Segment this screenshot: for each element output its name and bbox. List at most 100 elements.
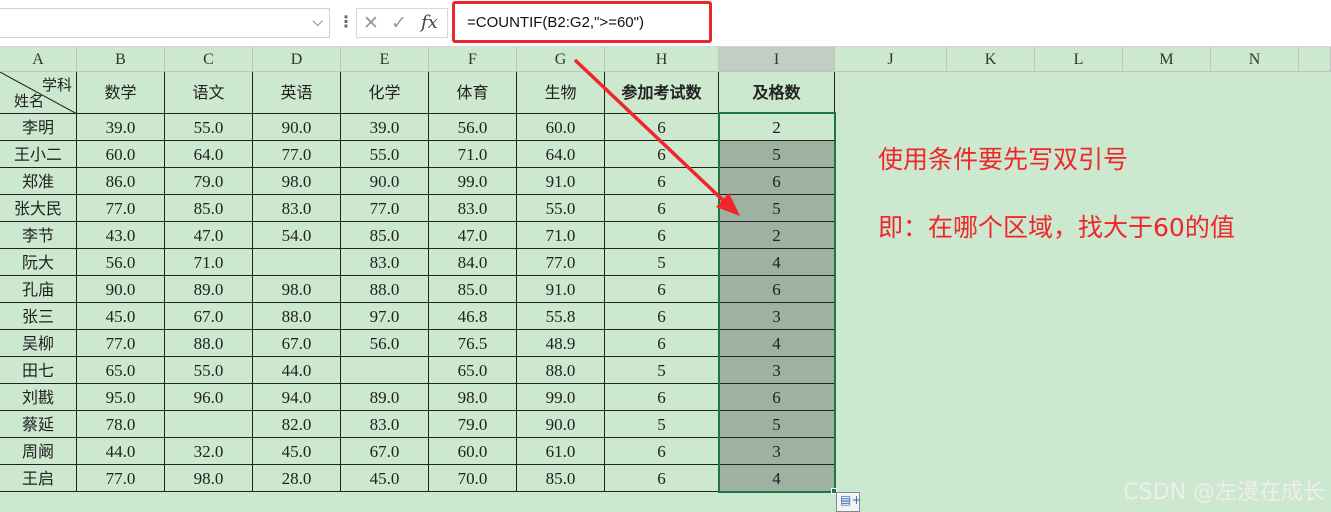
pass-count-cell[interactable]: 3 [719,303,835,330]
score-cell[interactable]: 46.8 [429,303,517,330]
score-cell[interactable]: 88.0 [165,330,253,357]
column-header-h[interactable]: H [605,47,719,72]
score-cell[interactable]: 67.0 [165,303,253,330]
column-header-g[interactable]: G [517,47,605,72]
score-cell[interactable]: 99.0 [429,168,517,195]
column-header-f[interactable]: F [429,47,517,72]
score-cell[interactable]: 65.0 [429,357,517,384]
exam-count-cell[interactable]: 6 [605,114,719,141]
score-cell[interactable]: 90.0 [517,411,605,438]
score-cell[interactable]: 55.0 [165,357,253,384]
student-name[interactable]: 李节 [0,222,77,249]
pass-count-cell[interactable]: 6 [719,384,835,411]
score-cell[interactable]: 77.0 [77,330,165,357]
column-header-n[interactable]: N [1211,47,1299,72]
score-cell[interactable]: 47.0 [429,222,517,249]
score-cell[interactable]: 32.0 [165,438,253,465]
student-name[interactable]: 阮大 [0,249,77,276]
pass-count-cell[interactable]: 4 [719,249,835,276]
score-cell[interactable]: 98.0 [429,384,517,411]
score-cell[interactable]: 56.0 [341,330,429,357]
score-cell[interactable]: 55.8 [517,303,605,330]
pass-count-cell[interactable]: 5 [719,411,835,438]
score-cell[interactable]: 39.0 [77,114,165,141]
close-icon[interactable]: ✕ [363,12,379,34]
column-header-j[interactable]: J [835,47,947,72]
score-cell[interactable]: 90.0 [341,168,429,195]
score-cell[interactable]: 64.0 [517,141,605,168]
header-subject-6[interactable]: 生物 [517,72,605,114]
paste-options-icon[interactable]: ▤+ [836,492,861,512]
score-cell[interactable]: 43.0 [77,222,165,249]
column-header-d[interactable]: D [253,47,341,72]
column-header-e[interactable]: E [341,47,429,72]
exam-count-cell[interactable]: 6 [605,195,719,222]
score-cell[interactable]: 83.0 [253,195,341,222]
formula-input[interactable]: =COUNTIF(B2:G2,">=60") [452,1,712,43]
score-cell[interactable]: 61.0 [517,438,605,465]
score-cell[interactable]: 60.0 [77,141,165,168]
score-cell[interactable]: 91.0 [517,168,605,195]
pass-count-cell[interactable]: 4 [719,465,835,492]
pass-count-cell[interactable]: 3 [719,438,835,465]
score-cell[interactable]: 85.0 [165,195,253,222]
score-cell[interactable]: 90.0 [253,114,341,141]
pass-count-cell[interactable]: 4 [719,330,835,357]
student-name[interactable]: 郑准 [0,168,77,195]
score-cell[interactable]: 91.0 [517,276,605,303]
column-header-a[interactable]: A [0,47,77,72]
column-header-c[interactable]: C [165,47,253,72]
score-cell[interactable]: 67.0 [253,330,341,357]
header-subject-3[interactable]: 英语 [253,72,341,114]
score-cell[interactable]: 97.0 [341,303,429,330]
exam-count-cell[interactable]: 6 [605,168,719,195]
score-cell[interactable]: 77.0 [77,465,165,492]
score-cell[interactable]: 71.0 [165,249,253,276]
exam-count-cell[interactable]: 6 [605,438,719,465]
student-name[interactable]: 孔庙 [0,276,77,303]
score-cell[interactable]: 96.0 [165,384,253,411]
score-cell[interactable]: 98.0 [165,465,253,492]
pass-count-cell[interactable]: 6 [719,276,835,303]
exam-count-cell[interactable]: 5 [605,357,719,384]
chevron-down-icon[interactable]: ⌵ [312,14,323,30]
score-cell[interactable]: 44.0 [253,357,341,384]
insert-function-icon[interactable]: fx [421,12,438,33]
score-cell[interactable]: 83.0 [429,195,517,222]
score-cell[interactable]: 85.0 [517,465,605,492]
score-cell[interactable]: 99.0 [517,384,605,411]
score-cell[interactable]: 70.0 [429,465,517,492]
pass-count-cell[interactable]: 6 [719,168,835,195]
student-name[interactable]: 王启 [0,465,77,492]
column-header-k[interactable]: K [947,47,1035,72]
student-name[interactable]: 田七 [0,357,77,384]
score-cell[interactable]: 47.0 [165,222,253,249]
exam-count-cell[interactable]: 5 [605,249,719,276]
score-cell[interactable]: 71.0 [429,141,517,168]
student-name[interactable]: 张大民 [0,195,77,222]
score-cell[interactable]: 98.0 [253,168,341,195]
score-cell[interactable]: 84.0 [429,249,517,276]
score-cell[interactable] [341,357,429,384]
exam-count-cell[interactable]: 6 [605,303,719,330]
score-cell[interactable]: 90.0 [77,276,165,303]
score-cell[interactable]: 89.0 [165,276,253,303]
student-name[interactable]: 张三 [0,303,77,330]
student-name[interactable]: 王小二 [0,141,77,168]
pass-count-cell[interactable]: 2 [719,114,835,141]
score-cell[interactable]: 94.0 [253,384,341,411]
score-cell[interactable]: 54.0 [253,222,341,249]
column-header-i[interactable]: I [719,47,835,72]
header-subject-1[interactable]: 数学 [77,72,165,114]
score-cell[interactable]: 45.0 [253,438,341,465]
exam-count-cell[interactable]: 5 [605,411,719,438]
score-cell[interactable]: 77.0 [253,141,341,168]
score-cell[interactable] [165,411,253,438]
score-cell[interactable]: 82.0 [253,411,341,438]
pass-count-cell[interactable]: 2 [719,222,835,249]
score-cell[interactable]: 64.0 [165,141,253,168]
pass-count-cell[interactable]: 5 [719,141,835,168]
header-subject-5[interactable]: 体育 [429,72,517,114]
score-cell[interactable]: 65.0 [77,357,165,384]
exam-count-cell[interactable]: 6 [605,330,719,357]
